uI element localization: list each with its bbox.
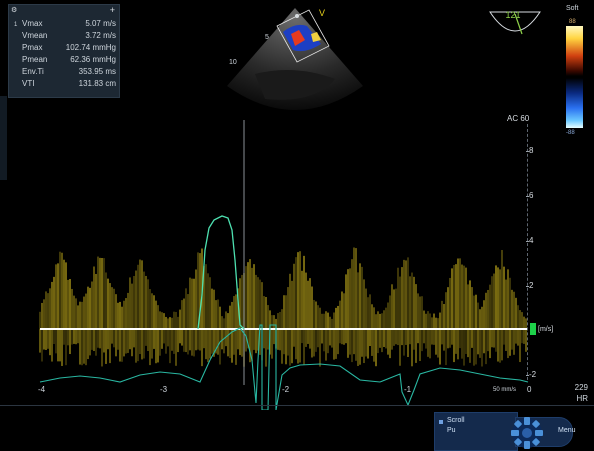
measurement-row-envti: Env.Ti 353.95 ms (22, 67, 116, 79)
color-map-label: Soft (566, 5, 578, 12)
doppler-spectrum (0, 120, 540, 410)
time-label-4: -4 (38, 385, 45, 394)
sweep-speed: 50 mm/s (493, 387, 516, 393)
measurement-row-vmean: Vmean 3.72 m/s (22, 31, 116, 43)
color-bar-positive (566, 26, 583, 76)
velocity-scale-line (527, 124, 529, 380)
velocity-tick-4: 4 (529, 236, 545, 245)
orientation-marker-v: V (319, 8, 325, 18)
velocity-unit: [m/s] (538, 326, 553, 333)
measurement-index: 1 (14, 22, 17, 28)
measurement-row-vti: VTI 131.83 cm (22, 79, 116, 91)
time-label-0: 0 (527, 385, 531, 394)
measurement-panel: ⚙ + 1 Vmax 5.07 m/s Vmean 3.72 m/s Pmax … (8, 4, 120, 98)
divider (0, 405, 594, 406)
velocity-tick-6: 6 (529, 191, 545, 200)
heart-rate-value: 229 (566, 382, 588, 393)
color-scale-top: 88 (569, 19, 576, 25)
menu-label: Menu (558, 427, 576, 434)
time-label-2: -2 (282, 385, 289, 394)
depth-label-10: 10 (229, 59, 237, 66)
trackball-wheel-icon[interactable] (507, 414, 547, 451)
probe-angle: 121 (504, 10, 522, 20)
pu-label: Pu (447, 427, 456, 434)
measurement-row-vmax: Vmax 5.07 m/s (22, 19, 116, 31)
heart-rate: 229 HR (566, 382, 588, 404)
time-label-1: -1 (404, 385, 411, 394)
velocity-tick-8: 8 (529, 146, 545, 155)
baseline-marker[interactable] (530, 323, 536, 335)
velocity-tick-neg2: -2 (529, 370, 545, 379)
add-measurement-icon[interactable]: + (110, 5, 115, 15)
echo-2d-image: V 5 10 (225, 4, 365, 122)
spectral-waveform (40, 248, 526, 367)
depth-label-5: 5 (265, 34, 269, 41)
measurement-row-pmean: Pmean 62.36 mmHg (22, 55, 116, 67)
velocity-tick-2: 2 (529, 281, 545, 290)
time-label-3: -3 (160, 385, 167, 394)
velocity-envelope (198, 216, 244, 329)
scroll-label: Scroll (447, 417, 465, 424)
scroll-checkbox[interactable] (439, 420, 443, 424)
heart-rate-unit: HR (566, 393, 588, 404)
measurement-row-pmax: Pmax 102.74 mmHg (22, 43, 116, 55)
scroll-control[interactable]: Scroll Pu (434, 412, 518, 451)
color-scale-bottom: -88 (566, 130, 575, 136)
color-bar-negative (566, 78, 583, 128)
probe-dot (295, 14, 299, 18)
settings-icon[interactable]: ⚙ (11, 6, 17, 14)
